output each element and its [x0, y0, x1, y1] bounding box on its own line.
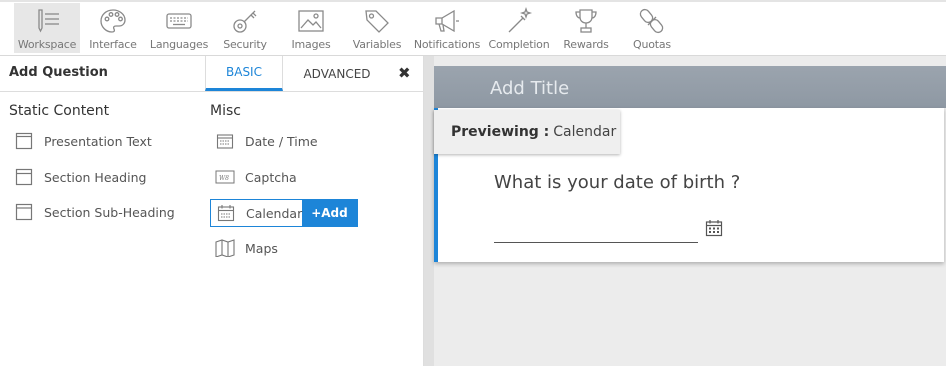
preview-tag: Previewing : Calendar: [434, 110, 620, 154]
item-label: Date / Time: [245, 133, 318, 149]
item-presentation-text[interactable]: Presentation Text: [14, 127, 152, 155]
tool-label: Languages: [149, 38, 209, 51]
tool-label: Rewards: [563, 38, 609, 51]
toolbar-top-line: [0, 0, 946, 2]
item-label: Section Sub-Heading: [44, 204, 175, 220]
tool-label: Variables: [352, 38, 402, 51]
chain-link-icon: [639, 8, 664, 34]
static-content-heading: Static Content: [9, 103, 110, 119]
panel-splitter[interactable]: [424, 56, 434, 366]
misc-heading: Misc: [210, 103, 241, 119]
calendar-icon: [216, 203, 236, 223]
tool-label: Completion: [488, 38, 550, 51]
megaphone-icon: [435, 9, 459, 33]
section-sub-heading-icon: [14, 202, 34, 222]
survey-canvas: Add Title Previewing : Calendar What is …: [434, 56, 946, 366]
map-icon: [215, 238, 235, 258]
tab-basic[interactable]: BASIC: [205, 56, 283, 91]
svg-text:W8: W8: [219, 175, 229, 182]
close-icon[interactable]: ✖: [398, 64, 411, 82]
item-section-sub-heading[interactable]: Section Sub-Heading: [14, 198, 175, 226]
tag-icon: [365, 10, 389, 33]
tool-workspace[interactable]: Workspace: [14, 3, 80, 53]
question-text: What is your date of birth ?: [494, 172, 741, 193]
item-calendar[interactable]: Calendar: [210, 199, 304, 227]
tool-completion[interactable]: Completion: [488, 3, 550, 53]
calendar-row: Calendar +Add: [210, 199, 358, 227]
panel-divider: [0, 91, 424, 92]
pencil-lines-icon: [38, 9, 59, 33]
item-label: Presentation Text: [44, 133, 152, 149]
item-maps[interactable]: Maps: [215, 234, 278, 262]
tool-notifications[interactable]: Notifications: [413, 3, 481, 53]
palette-icon: [100, 9, 126, 33]
survey-title-bar[interactable]: Add Title: [434, 66, 946, 108]
keyboard-icon: [166, 13, 192, 29]
tool-label: Interface: [89, 38, 137, 51]
preview-value: Calendar: [553, 124, 617, 140]
top-toolbar: Workspace Interface Languages Security I…: [0, 0, 946, 56]
trophy-icon: [575, 9, 597, 33]
tool-rewards[interactable]: Rewards: [562, 3, 610, 53]
tool-label: Workspace: [17, 38, 77, 51]
tool-label: Notifications: [413, 38, 481, 51]
date-time-icon: [215, 131, 235, 151]
item-label: Section Heading: [44, 169, 147, 185]
image-icon: [298, 10, 324, 32]
tool-languages[interactable]: Languages: [149, 3, 209, 53]
item-label: Captcha: [245, 169, 297, 185]
item-captcha[interactable]: W8 Captcha: [215, 163, 297, 191]
tool-label: Quotas: [633, 38, 671, 51]
date-input[interactable]: [494, 242, 698, 243]
tool-quotas[interactable]: Quotas: [628, 3, 676, 53]
panel-title: Add Question: [9, 65, 108, 80]
tool-security[interactable]: Security: [219, 3, 271, 53]
tool-label: Security: [223, 38, 267, 51]
key-icon: [233, 10, 257, 33]
survey-title-placeholder[interactable]: Add Title: [490, 78, 569, 99]
item-date-time[interactable]: Date / Time: [215, 127, 318, 155]
add-button[interactable]: +Add: [303, 199, 358, 227]
preview-label: Previewing :: [451, 124, 550, 140]
item-label: Maps: [245, 240, 278, 256]
tool-images[interactable]: Images: [288, 3, 334, 53]
item-label: Calendar: [246, 205, 303, 221]
presentation-text-icon: [14, 131, 34, 151]
magic-wand-icon: [508, 6, 533, 33]
tool-variables[interactable]: Variables: [350, 3, 404, 53]
tool-label: Images: [291, 38, 331, 51]
tool-interface[interactable]: Interface: [85, 3, 141, 53]
captcha-icon: W8: [215, 167, 235, 187]
tab-advanced[interactable]: ADVANCED: [283, 56, 391, 91]
calendar-icon[interactable]: [705, 219, 723, 237]
add-question-panel: Add Question BASIC ADVANCED ✖ Static Con…: [0, 56, 424, 366]
section-heading-icon: [14, 167, 34, 187]
item-section-heading[interactable]: Section Heading: [14, 163, 146, 191]
